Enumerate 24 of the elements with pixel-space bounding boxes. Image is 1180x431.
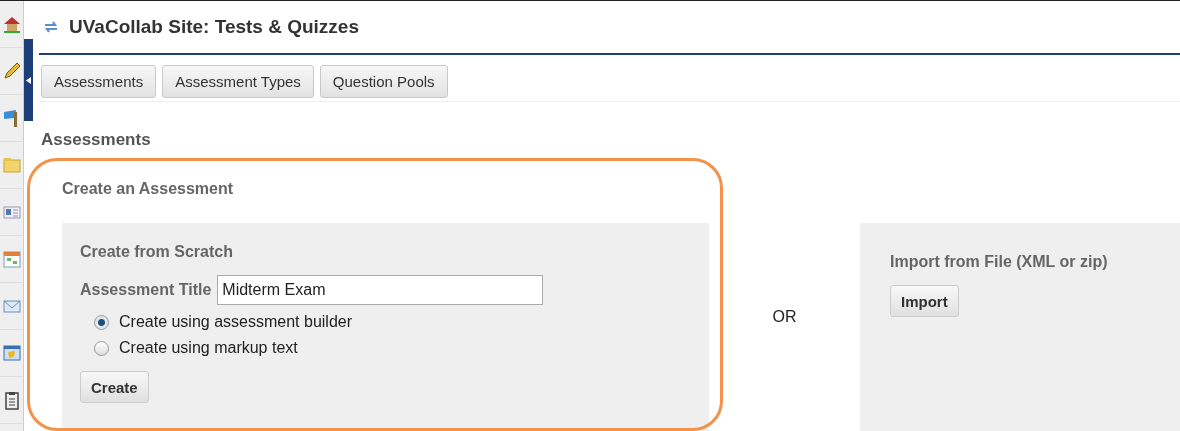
create-button[interactable]: Create [80, 371, 149, 403]
collapse-toggle[interactable] [24, 39, 33, 121]
refresh-icon[interactable] [43, 19, 59, 35]
nav-tab[interactable]: Assessments [41, 65, 157, 98]
field-label: Assessment Title [80, 281, 212, 299]
page-title: UVaCollab Site: Tests & Quizzes [69, 16, 359, 38]
radio-label: Create using markup text [119, 339, 298, 357]
radio-button[interactable] [94, 314, 109, 330]
title-field[interactable]: Midterm Exam [217, 275, 544, 305]
radio-button[interactable] [94, 340, 109, 356]
section-heading: Assessments [41, 130, 152, 150]
nav-tab[interactable]: Question Pools [319, 65, 448, 98]
or-label: OR [771, 307, 798, 327]
panel-heading: Create from Scratch [80, 243, 234, 261]
radio-label: Create using assessment builder [119, 313, 352, 331]
subsection-heading: Create an Assessment [62, 180, 235, 198]
window-icon [1, 343, 22, 363]
nav-tab[interactable]: Assessment Types [162, 65, 314, 98]
house-icon [1, 14, 22, 34]
panel-heading: Import from File (XML or zip) [890, 253, 1109, 271]
calendar-icon [1, 249, 22, 269]
import-button[interactable]: Import [890, 285, 959, 317]
pencil-icon [1, 61, 22, 81]
folder-icon [1, 155, 22, 175]
